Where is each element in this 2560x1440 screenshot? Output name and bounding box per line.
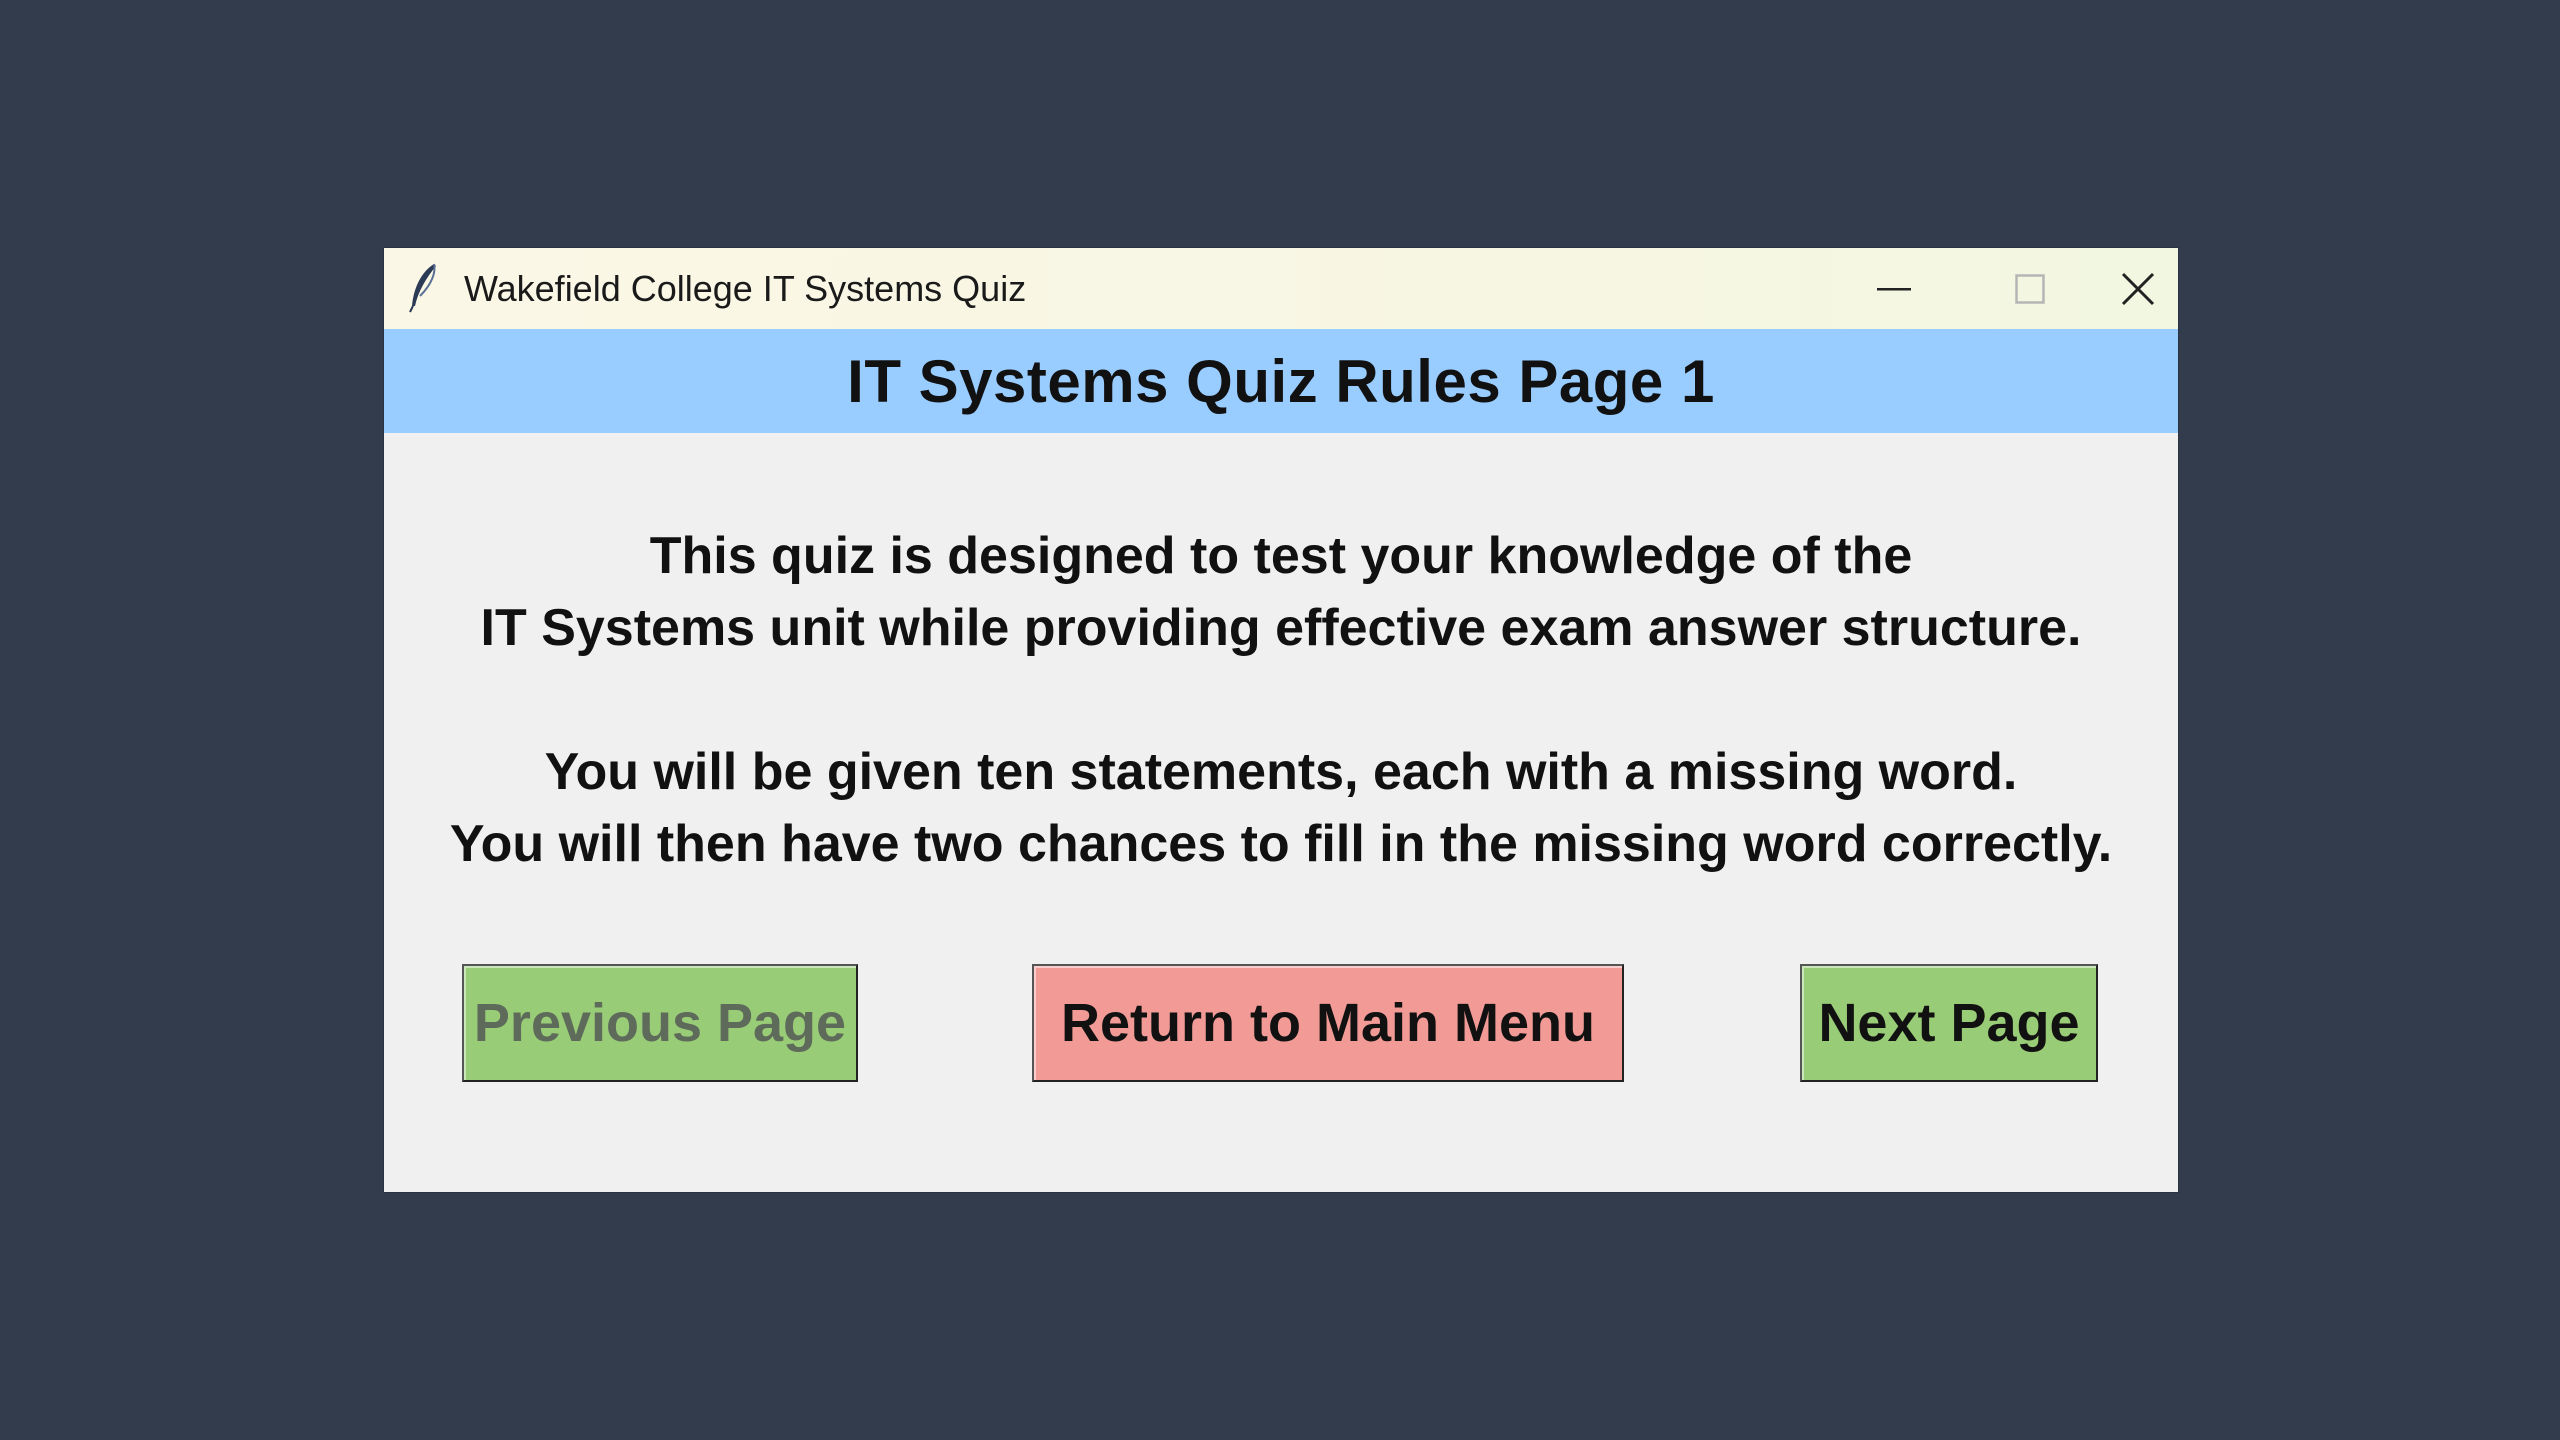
window-title: Wakefield College IT Systems Quiz <box>464 268 1027 309</box>
return-to-main-menu-button[interactable]: Return to Main Menu <box>1032 964 1624 1082</box>
rules-line: IT Systems unit while providing effectiv… <box>480 599 2082 657</box>
rules-paragraph-2: You will be given ten statements, each w… <box>384 736 2178 880</box>
close-button[interactable] <box>2098 248 2178 329</box>
maximize-icon <box>2015 273 2045 304</box>
rules-line: This quiz is designed to test your knowl… <box>649 527 1913 585</box>
previous-page-button[interactable]: Previous Page <box>462 964 858 1082</box>
next-page-button[interactable]: Next Page <box>1800 964 2098 1082</box>
rules-line: You will then have two chances to fill i… <box>449 815 2113 873</box>
title-bar[interactable]: Wakefield College IT Systems Quiz <box>384 248 2178 329</box>
maximize-button[interactable] <box>1962 248 2098 329</box>
minimize-button[interactable] <box>1826 248 1962 329</box>
minimize-icon <box>1877 287 1911 290</box>
page-title: IT Systems Quiz Rules Page 1 <box>847 347 1715 415</box>
feather-icon <box>409 263 436 313</box>
quiz-window: Wakefield College IT Systems Quiz IT Sys… <box>384 248 2178 1192</box>
header-band: IT Systems Quiz Rules Page 1 <box>384 329 2178 433</box>
close-icon <box>2121 272 2155 305</box>
rules-line: You will be given ten statements, each w… <box>544 743 2018 801</box>
rules-paragraph-1: This quiz is designed to test your knowl… <box>384 520 2178 664</box>
